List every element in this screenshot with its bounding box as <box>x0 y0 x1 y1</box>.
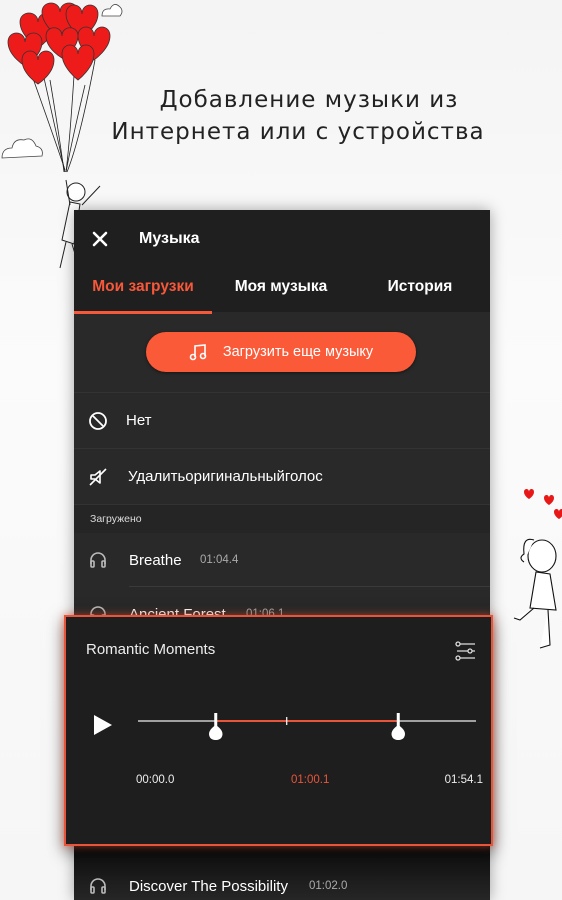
option-remove-original-voice[interactable]: Удалитьоригинальныйголос <box>74 449 490 505</box>
trim-start-handle[interactable] <box>208 713 223 740</box>
option-remove-original-voice-label: Удалитьоригинальныйголос <box>128 468 323 485</box>
track-item[interactable]: Discover The Possibility 01:02.0 <box>74 872 490 900</box>
headphones-icon <box>90 552 106 568</box>
headphones-icon <box>90 878 106 894</box>
track-duration: 01:02.0 <box>309 880 348 892</box>
track-name: Breathe <box>129 551 182 569</box>
time-end: 01:54.1 <box>444 774 483 786</box>
track-duration: 01:04.4 <box>200 554 239 566</box>
block-icon <box>89 411 107 430</box>
tab-history[interactable]: История <box>350 272 490 310</box>
tab-my-music[interactable]: Моя музыка <box>212 272 350 310</box>
cloud-illustration <box>101 4 123 17</box>
option-none-label: Нет <box>126 412 152 429</box>
player-track-title: Romantic Moments <box>86 641 216 658</box>
music-trim-player: Romantic Moments 00:00.0 01:00.1 01:54.1 <box>64 615 493 846</box>
section-downloaded: Загружено <box>74 505 490 533</box>
music-note-icon <box>189 344 207 361</box>
tab-bar: Мои загрузки Моя музыка История <box>74 272 490 314</box>
track-item[interactable]: Breathe 01:04.4 <box>74 533 490 587</box>
upload-more-music-label: Загрузить еще музыку <box>222 344 374 360</box>
close-button[interactable] <box>88 227 112 251</box>
page-title: Музыка <box>139 230 200 247</box>
headline: Добавление музыки из Интернета или с уст… <box>0 84 562 148</box>
time-current: 01:00.1 <box>291 774 330 786</box>
play-icon[interactable] <box>90 713 114 737</box>
mute-icon <box>89 467 107 486</box>
headline-line-2: Интернета или с устройства <box>111 119 485 145</box>
track-name: Discover The Possibility <box>129 878 288 895</box>
time-start: 00:00.0 <box>136 774 175 786</box>
app-bar: Музыка Мои загрузки Моя музыка История <box>74 210 490 314</box>
trim-end-handle[interactable] <box>391 713 406 740</box>
upload-row: Загрузить еще музыку <box>74 312 490 393</box>
option-none[interactable]: Нет <box>74 393 490 449</box>
tab-my-downloads[interactable]: Мои загрузки <box>74 272 212 314</box>
trim-seekbar[interactable] <box>138 711 476 751</box>
close-icon <box>92 231 108 247</box>
upload-more-music-button[interactable]: Загрузить еще музыку <box>146 332 416 372</box>
headline-line-1: Добавление музыки из <box>159 87 459 113</box>
girl-illustration <box>513 489 562 649</box>
sliders-icon[interactable] <box>455 641 477 661</box>
